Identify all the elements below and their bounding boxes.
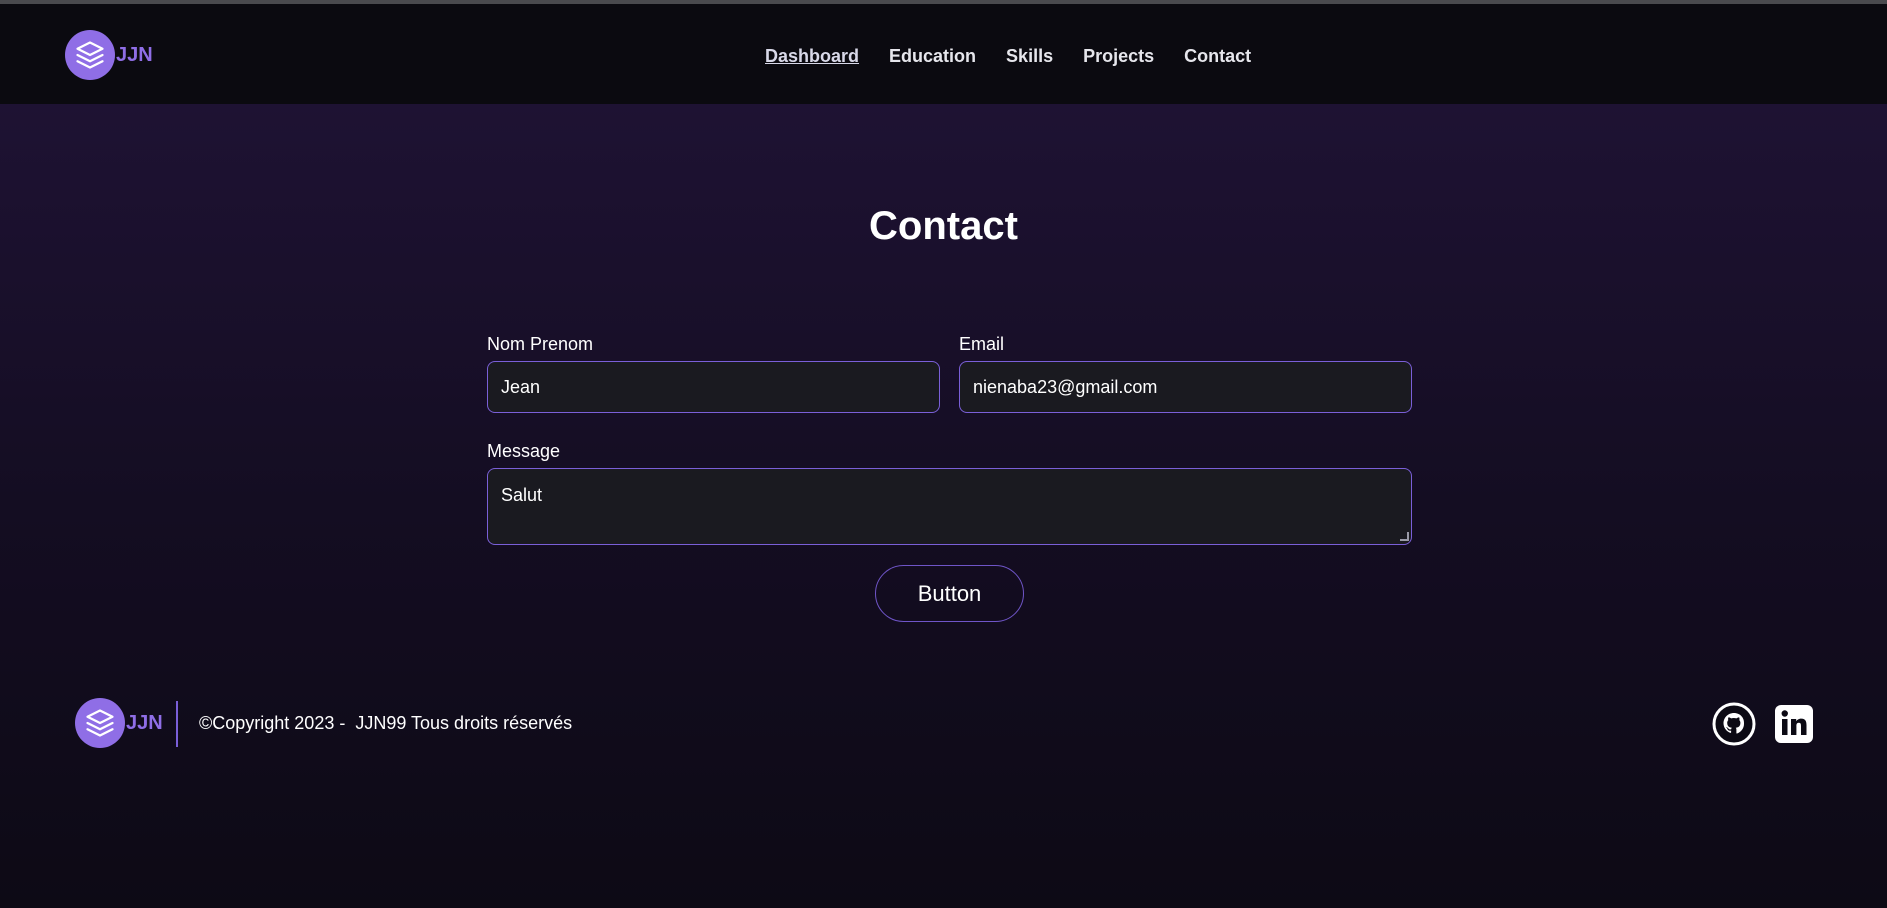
contact-section: Contact Nom Prenom Email Message Salut B… xyxy=(0,104,1887,908)
nav-projects[interactable]: Projects xyxy=(1083,46,1154,67)
submit-button[interactable]: Button xyxy=(875,565,1024,622)
header-logo[interactable]: JJN xyxy=(65,30,153,80)
logo-text: JJN xyxy=(116,43,153,66)
main-nav: Dashboard Education Skills Projects Cont… xyxy=(765,46,1281,67)
email-input[interactable] xyxy=(959,361,1412,413)
copyright-text: ©Copyright 2023 - JJN99 Tous droits rése… xyxy=(199,713,573,733)
email-label: Email xyxy=(959,334,1005,354)
message-label: Message xyxy=(487,441,561,461)
nav-contact[interactable]: Contact xyxy=(1184,46,1251,67)
resize-handle-icon[interactable] xyxy=(1400,532,1409,541)
footer-logo[interactable]: JJN xyxy=(75,698,163,748)
nav-education[interactable]: Education xyxy=(889,46,976,67)
github-icon[interactable] xyxy=(1712,702,1756,746)
layers-icon xyxy=(75,698,125,748)
footer-divider xyxy=(176,701,178,747)
layers-icon xyxy=(65,30,115,80)
nav-dashboard[interactable]: Dashboard xyxy=(765,46,859,67)
name-input[interactable] xyxy=(487,361,940,413)
nav-skills[interactable]: Skills xyxy=(1006,46,1053,67)
footer-logo-text: JJN xyxy=(126,711,163,734)
message-textarea[interactable]: Salut xyxy=(487,468,1412,545)
site-header: JJN Dashboard Education Skills Projects … xyxy=(0,4,1887,104)
page-title: Contact xyxy=(869,204,1018,248)
linkedin-icon[interactable] xyxy=(1772,702,1816,746)
name-label: Nom Prenom xyxy=(487,334,594,354)
